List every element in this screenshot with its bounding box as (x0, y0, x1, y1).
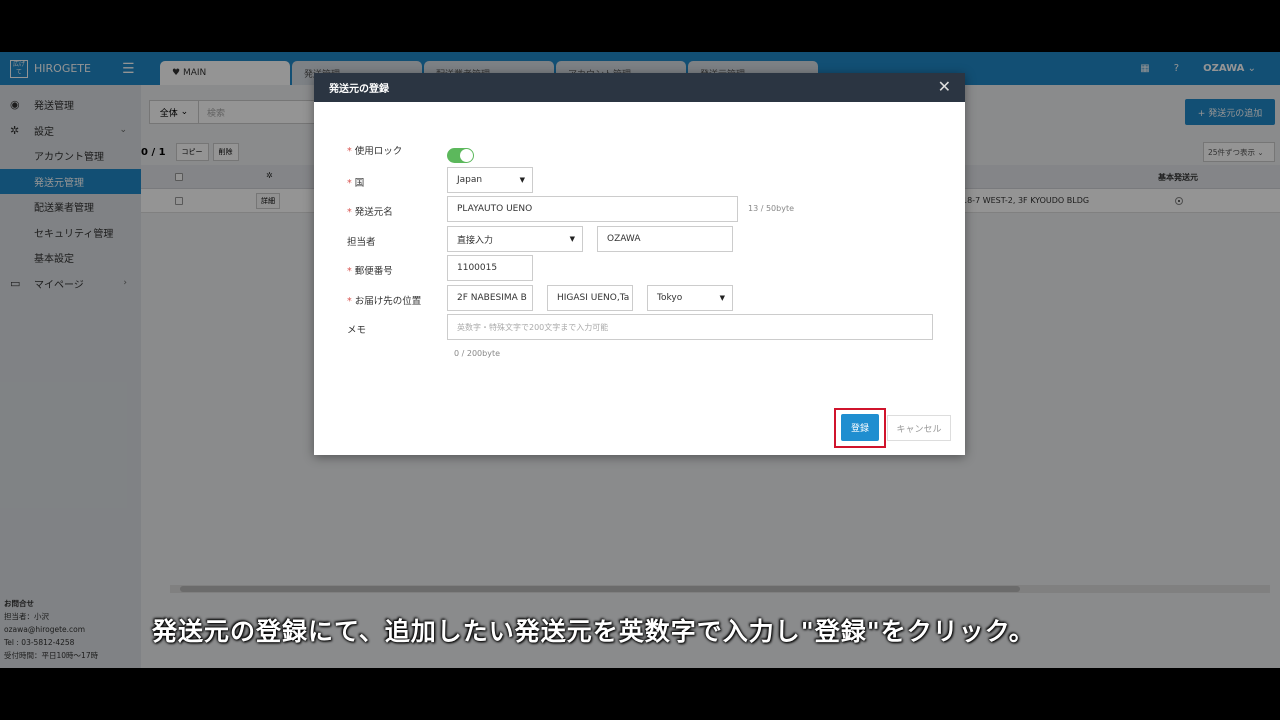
memo-label: メモ (347, 325, 367, 336)
zip-input[interactable]: 1100015 (447, 255, 533, 281)
address1-input[interactable]: 2F NABESIMA B (447, 285, 533, 311)
person-label: 担当者 (347, 237, 376, 248)
letterbox-top (0, 0, 1280, 52)
caret-down-icon: ▼ (519, 176, 525, 184)
sender-name-input[interactable]: PLAYAUTO UENO (447, 196, 738, 222)
cancel-button[interactable]: キャンセル (887, 415, 951, 441)
sender-name-label: * 発送元名 (347, 207, 393, 218)
caret-down-icon: ▼ (719, 294, 725, 302)
prefecture-select[interactable]: Tokyo ▼ (647, 285, 733, 311)
register-sender-dialog: 発送元の登録 ✕ * 使用ロック * 国 Japan ▼ * 発送元名 PLAYAUTO… (314, 73, 965, 455)
save-button[interactable]: 登録 (841, 414, 879, 441)
person-mode-select[interactable]: 直接入力 ▼ (447, 226, 583, 252)
subtitle-caption: 発送元の登録にて、追加したい発送元を英数字で入力し"登録"をクリック。 (152, 617, 1035, 646)
memo-input[interactable]: 英数字・特殊文字で200文字まで入力可能 (447, 314, 933, 340)
country-select[interactable]: Japan ▼ (447, 167, 533, 193)
person-input[interactable]: OZAWA (597, 226, 733, 252)
dialog-title: 発送元の登録 (314, 73, 965, 102)
address-label: * お届け先の位置 (347, 296, 422, 307)
lock-toggle[interactable] (447, 148, 474, 163)
lock-label: * 使用ロック (347, 146, 403, 157)
zip-label: * 郵便番号 (347, 266, 393, 277)
caret-down-icon: ▼ (569, 235, 575, 243)
letterbox-bottom (0, 668, 1280, 720)
country-label: * 国 (347, 178, 365, 189)
memo-counter: 0 / 200byte (454, 349, 501, 358)
sender-name-counter: 13 / 50byte (748, 204, 795, 213)
address2-input[interactable]: HIGASI UENO,Ta (547, 285, 633, 311)
close-icon[interactable]: ✕ (938, 77, 951, 96)
